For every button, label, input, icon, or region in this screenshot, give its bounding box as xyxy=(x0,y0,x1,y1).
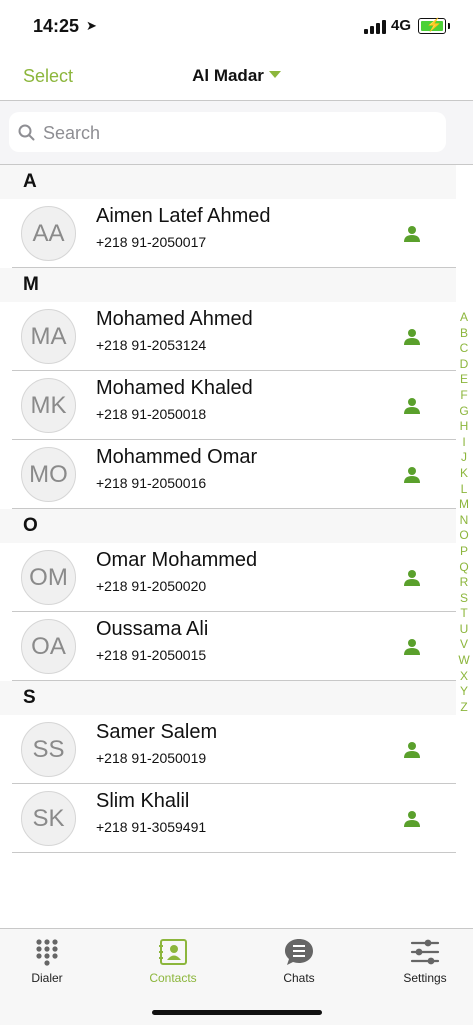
location-arrow-icon: ➤ xyxy=(86,18,97,33)
index-letter[interactable]: S xyxy=(456,591,472,607)
index-letter[interactable]: W xyxy=(456,653,472,669)
index-letter[interactable]: D xyxy=(456,357,472,373)
contact-row[interactable]: MA Mohamed Ahmed +218 91-2053124 xyxy=(12,302,456,371)
contact-name: Mohammed Omar xyxy=(96,446,258,468)
presence-person-icon xyxy=(404,742,420,758)
tab-settings[interactable]: Settings xyxy=(366,929,473,999)
contact-row[interactable]: AA Aimen Latef Ahmed +218 91-2050017 xyxy=(12,199,456,268)
section-header: S xyxy=(0,681,456,715)
index-letter[interactable]: Y xyxy=(456,684,472,700)
contact-phone: +218 91-2050019 xyxy=(96,750,207,766)
search-field[interactable] xyxy=(9,112,446,154)
avatar: OM xyxy=(21,550,76,605)
search-input[interactable] xyxy=(41,112,405,154)
account-switcher[interactable]: Al Madar xyxy=(0,66,473,86)
contact-row[interactable]: SK Slim Khalil +218 91-3059491 xyxy=(12,784,456,853)
avatar: SK xyxy=(21,791,76,846)
tab-dialer[interactable]: Dialer xyxy=(0,929,106,999)
tab-chats[interactable]: Chats xyxy=(240,929,358,999)
contact-row[interactable]: MO Mohammed Omar +218 91-2050016 xyxy=(12,440,456,509)
index-letter[interactable]: P xyxy=(456,544,472,560)
navigation-bar: Select Al Madar xyxy=(0,50,473,101)
presence-person-icon xyxy=(404,398,420,414)
contact-phone: +218 91-3059491 xyxy=(96,819,207,835)
index-letter[interactable]: G xyxy=(456,404,472,420)
index-letter[interactable]: I xyxy=(456,435,472,451)
index-letter[interactable]: X xyxy=(456,669,472,685)
contact-name: Samer Salem xyxy=(96,721,218,743)
avatar: MO xyxy=(21,447,76,502)
contact-row[interactable]: MK Mohamed Khaled +218 91-2050018 xyxy=(12,371,456,440)
section-header: O xyxy=(0,509,456,543)
index-letter[interactable]: Q xyxy=(456,560,472,576)
index-letter[interactable]: O xyxy=(456,528,472,544)
tab-dialer-label: Dialer xyxy=(31,971,63,985)
chat-bubble-icon xyxy=(285,939,313,965)
avatar: OA xyxy=(21,619,76,674)
index-letter[interactable]: V xyxy=(456,637,472,653)
section-header: A xyxy=(0,165,456,199)
avatar: MK xyxy=(21,378,76,433)
avatar: AA xyxy=(21,206,76,261)
contact-phone: +218 91-2050016 xyxy=(96,475,207,491)
contact-name: Mohamed Ahmed xyxy=(96,308,253,330)
search-bar xyxy=(0,101,473,165)
index-letter[interactable]: M xyxy=(456,497,472,513)
section-header: M xyxy=(0,268,456,302)
status-bar: 14:25 ➤ 4G ⚡ xyxy=(0,0,473,50)
contact-row[interactable]: SS Samer Salem +218 91-2050019 xyxy=(12,715,456,784)
home-indicator[interactable] xyxy=(152,1010,322,1015)
contact-phone: +218 91-2050017 xyxy=(96,234,207,250)
search-icon xyxy=(18,124,35,141)
tab-settings-label: Settings xyxy=(403,971,447,985)
presence-person-icon xyxy=(404,570,420,586)
tab-contacts-label: Contacts xyxy=(149,971,197,985)
index-letter[interactable]: T xyxy=(456,606,472,622)
contacts-book-icon xyxy=(159,939,187,965)
contact-phone: +218 91-2053124 xyxy=(96,337,207,353)
index-letter[interactable]: J xyxy=(456,450,472,466)
contact-phone: +218 91-2050020 xyxy=(96,578,207,594)
presence-person-icon xyxy=(404,467,420,483)
contact-name: Mohamed Khaled xyxy=(96,377,253,399)
sliders-icon xyxy=(410,939,440,965)
index-letter[interactable]: Z xyxy=(456,700,472,716)
index-letter[interactable]: H xyxy=(456,419,472,435)
account-title: Al Madar xyxy=(192,66,264,85)
presence-person-icon xyxy=(404,639,420,655)
contact-name: Aimen Latef Ahmed xyxy=(96,205,271,227)
index-letter[interactable]: E xyxy=(456,372,472,388)
status-time: 14:25 xyxy=(33,16,80,36)
tab-chats-label: Chats xyxy=(283,971,315,985)
contact-name: Oussama Ali xyxy=(96,618,209,640)
contact-list: A AA Aimen Latef Ahmed +218 91-2050017 M MA Mo… xyxy=(0,165,456,853)
presence-person-icon xyxy=(404,226,420,242)
contact-phone: +218 91-2050018 xyxy=(96,406,207,422)
avatar: SS xyxy=(21,722,76,777)
alphabet-index[interactable]: ABCDEFGHIJKLMNOPQRSTUVWXYZ xyxy=(456,310,472,715)
index-letter[interactable]: F xyxy=(456,388,472,404)
battery-icon: ⚡ xyxy=(418,17,450,34)
avatar: MA xyxy=(21,309,76,364)
index-letter[interactable]: B xyxy=(456,326,472,342)
contact-row[interactable]: OA Oussama Ali +218 91-2050015 xyxy=(12,612,456,681)
contact-row[interactable]: OM Omar Mohammed +218 91-2050020 xyxy=(12,543,456,612)
index-letter[interactable]: L xyxy=(456,482,472,498)
contact-name: Slim Khalil xyxy=(96,790,190,812)
caret-down-icon xyxy=(268,71,281,78)
dialpad-icon xyxy=(36,939,58,966)
index-letter[interactable]: K xyxy=(456,466,472,482)
index-letter[interactable]: N xyxy=(456,513,472,529)
presence-person-icon xyxy=(404,329,420,345)
cellular-signal-icon xyxy=(364,20,386,34)
contact-phone: +218 91-2050015 xyxy=(96,647,207,663)
presence-person-icon xyxy=(404,811,420,827)
index-letter[interactable]: R xyxy=(456,575,472,591)
network-type: 4G xyxy=(391,17,412,34)
index-letter[interactable]: U xyxy=(456,622,472,638)
index-letter[interactable]: A xyxy=(456,310,472,326)
contact-name: Omar Mohammed xyxy=(96,549,258,571)
tab-contacts[interactable]: Contacts xyxy=(114,929,232,999)
index-letter[interactable]: C xyxy=(456,341,472,357)
